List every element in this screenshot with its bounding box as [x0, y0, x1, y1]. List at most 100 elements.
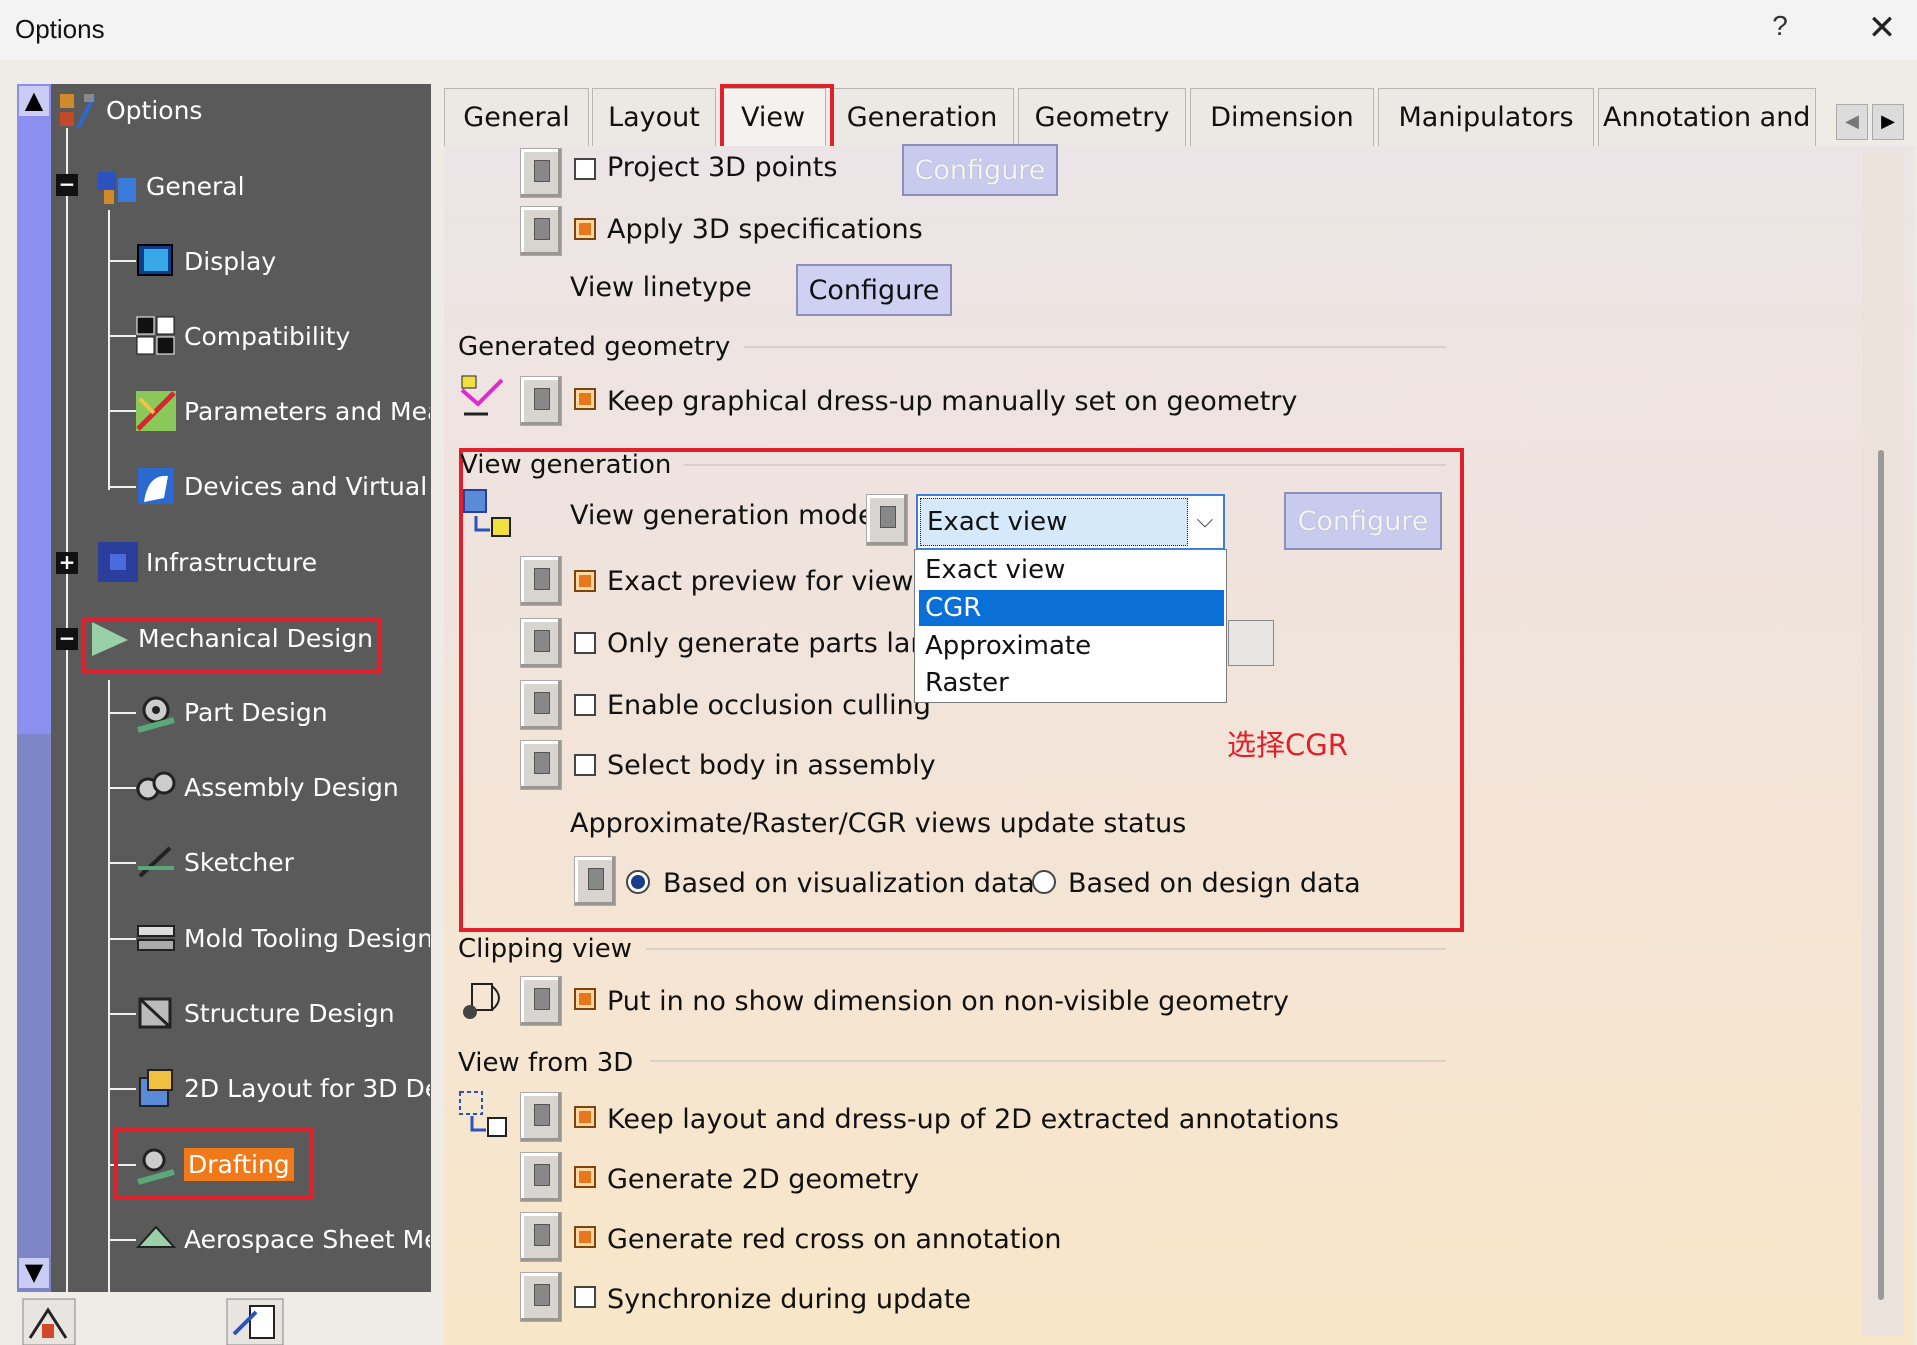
collapse-icon[interactable]: −	[56, 174, 78, 196]
tree-item-devices[interactable]: Devices and Virtual R	[134, 458, 430, 514]
tree-item-2d-layout[interactable]: 2D Layout for 3D De	[134, 1060, 430, 1116]
chevron-down-icon[interactable]: ⌵	[1188, 498, 1222, 546]
tree-item-label: Structure Design	[184, 998, 395, 1028]
tree-item-sketcher[interactable]: Sketcher	[134, 834, 294, 890]
infrastructure-icon	[98, 542, 138, 582]
tree-item-mechanical-design[interactable]: Mechanical Design	[88, 610, 373, 666]
tree-scroll-thumb[interactable]	[17, 84, 51, 734]
lock-icon[interactable]	[520, 1152, 562, 1202]
project-3d-points-checkbox[interactable]	[574, 158, 596, 180]
lock-icon[interactable]	[520, 1092, 562, 1142]
view-linetype-label: View linetype	[570, 272, 752, 303]
tab-scroll-left-icon[interactable]: ◀	[1836, 104, 1868, 140]
select-body-checkbox[interactable]	[574, 754, 596, 776]
dropdown-option-exact-view[interactable]: Exact view	[919, 552, 1224, 588]
lock-icon[interactable]	[520, 556, 562, 606]
visualization-data-radio[interactable]	[626, 870, 650, 894]
tree-line	[108, 680, 110, 1292]
keep-graphical-checkbox[interactable]	[574, 388, 596, 410]
lock-icon[interactable]	[520, 618, 562, 668]
separator	[684, 464, 1446, 466]
lock-icon[interactable]	[520, 1212, 562, 1262]
dropdown-option-approximate[interactable]: Approximate	[919, 628, 1224, 664]
tree-line	[108, 712, 136, 714]
only-generate-checkbox[interactable]	[574, 632, 596, 654]
tree-line	[108, 486, 136, 488]
tree-item-part-design[interactable]: Part Design	[134, 684, 328, 740]
reset-icon[interactable]	[22, 1298, 76, 1345]
view-from-3d-header: View from 3D	[458, 1048, 634, 1078]
lock-icon[interactable]	[520, 740, 562, 790]
generated-geometry-header: Generated geometry	[458, 332, 731, 362]
expand-icon[interactable]: +	[56, 552, 78, 574]
tree-scroll-down-icon[interactable]: ▼	[19, 1258, 49, 1288]
tree-line	[108, 410, 136, 412]
tree-item-infrastructure[interactable]: Infrastructure	[96, 534, 317, 590]
lock-icon[interactable]	[520, 206, 562, 256]
tab-scroll-right-icon[interactable]: ▶	[1872, 104, 1904, 140]
tree-item-drafting[interactable]: Drafting	[134, 1136, 294, 1192]
configure-linetype-button[interactable]: Configure	[796, 264, 952, 316]
tree-item-display[interactable]: Display	[134, 233, 276, 289]
tree-item-label: 2D Layout for 3D De	[184, 1073, 430, 1103]
tab-generation[interactable]: Generation	[830, 88, 1014, 146]
view-tab-highlight	[720, 84, 834, 150]
lock-icon[interactable]	[574, 856, 616, 906]
window-title: Options	[15, 14, 105, 44]
generate-red-cross-checkbox[interactable]	[574, 1226, 596, 1248]
configure-view-generation-button[interactable]: Configure	[1284, 492, 1442, 550]
tree-item-label: Display	[184, 246, 277, 276]
update-status-label: Approximate/Raster/CGR views update stat…	[570, 808, 1187, 839]
tab-geometry[interactable]: Geometry	[1018, 88, 1186, 146]
tree-item-structure-design[interactable]: Structure Design	[134, 985, 395, 1041]
tree-bottom-toolbar	[17, 1292, 431, 1345]
visualization-data-label: Based on visualization data	[663, 868, 1035, 899]
keep-layout-checkbox[interactable]	[574, 1106, 596, 1128]
apply-3d-specs-checkbox[interactable]	[574, 218, 596, 240]
size-stepper[interactable]	[1228, 620, 1274, 666]
lock-icon[interactable]	[520, 148, 562, 198]
tab-manipulators[interactable]: Manipulators	[1378, 88, 1594, 146]
dropdown-option-cgr[interactable]: CGR	[919, 590, 1224, 626]
generate-2d-checkbox[interactable]	[574, 1166, 596, 1188]
lock-icon[interactable]	[866, 494, 908, 546]
tree-item-aerospace-sheet[interactable]: Aerospace Sheet Me	[134, 1211, 430, 1267]
lock-icon[interactable]	[520, 376, 562, 426]
export-settings-icon[interactable]	[226, 1298, 284, 1345]
drafting-icon	[137, 1148, 175, 1185]
dropdown-option-raster[interactable]: Raster	[919, 665, 1224, 701]
enable-occlusion-checkbox[interactable]	[574, 694, 596, 716]
synchronize-checkbox[interactable]	[574, 1286, 596, 1308]
tree-item-compatibility[interactable]: Compatibility	[134, 308, 350, 364]
tab-general[interactable]: General	[444, 88, 589, 146]
sketcher-icon	[138, 846, 174, 878]
tree-item-label: Sketcher	[184, 847, 294, 877]
design-data-radio[interactable]	[1032, 870, 1056, 894]
devices-icon	[138, 468, 174, 504]
lock-icon[interactable]	[520, 680, 562, 730]
tree-item-label: Compatibility	[184, 321, 351, 351]
tree-scroll-up-icon[interactable]: ▲	[19, 86, 49, 116]
content-scroll-thumb[interactable]	[1878, 450, 1884, 1300]
tree-root-options[interactable]: Options	[56, 82, 202, 138]
tree-item-label: General	[146, 171, 245, 201]
tab-layout[interactable]: Layout	[592, 88, 716, 146]
collapse-icon[interactable]: −	[56, 628, 78, 650]
help-button[interactable]: ?	[1763, 10, 1797, 50]
lock-icon[interactable]	[520, 976, 562, 1026]
lock-icon[interactable]	[520, 1272, 562, 1322]
tree-line	[108, 260, 136, 262]
configure-project-button[interactable]: Configure	[902, 144, 1058, 196]
put-in-no-show-checkbox[interactable]	[574, 988, 596, 1010]
tree-item-assembly-design[interactable]: Assembly Design	[134, 759, 399, 815]
tree-item-parameters[interactable]: Parameters and Mea	[134, 383, 430, 439]
tree-item-mold-tooling[interactable]: Mold Tooling Design	[134, 910, 430, 966]
close-button[interactable]: ✕	[1862, 8, 1902, 52]
tab-annotation[interactable]: Annotation and	[1598, 88, 1816, 146]
exact-preview-checkbox[interactable]	[574, 570, 596, 592]
tab-dimension[interactable]: Dimension	[1190, 88, 1374, 146]
tab-bar: General Layout View Generation Geometry …	[444, 88, 1824, 146]
generate-2d-label: Generate 2D geometry	[607, 1164, 920, 1195]
tree-item-general[interactable]: General	[96, 158, 245, 214]
only-generate-label: Only generate parts larg	[607, 628, 939, 659]
